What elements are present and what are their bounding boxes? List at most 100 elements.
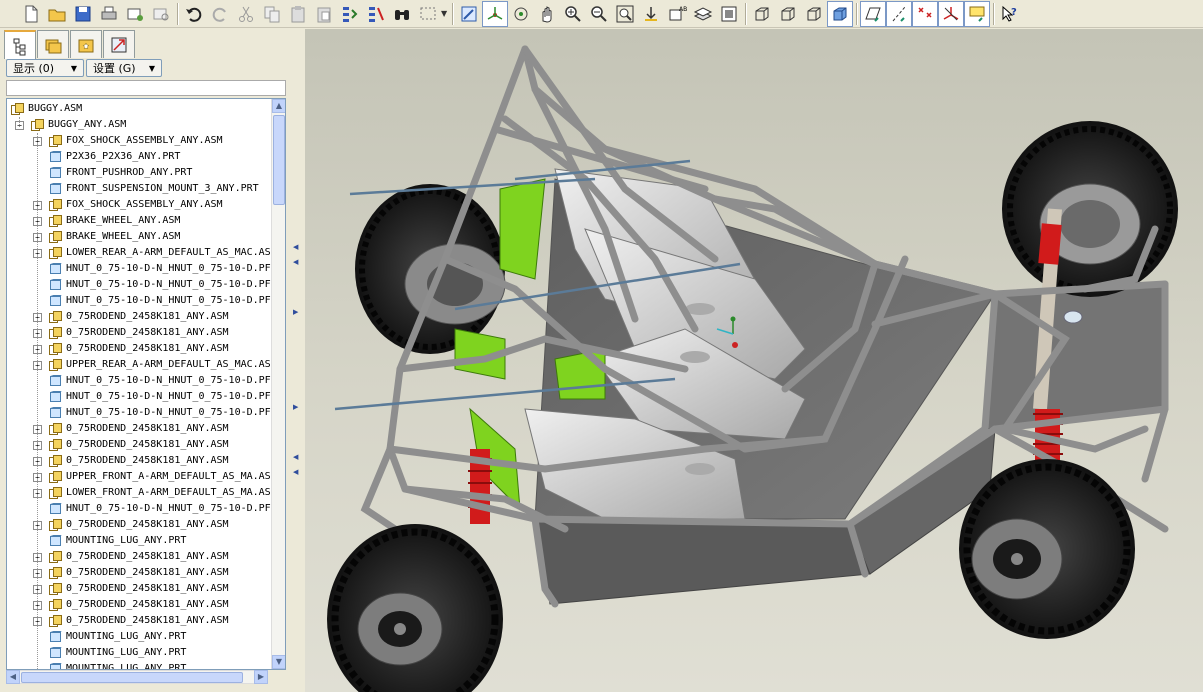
redo-icon[interactable] [207, 1, 233, 27]
hidden-line-icon[interactable] [775, 1, 801, 27]
print-icon[interactable] [96, 1, 122, 27]
tree-item[interactable]: + FOX_SHOCK_ASSEMBLY_ANY.ASM [7, 133, 272, 149]
tree-item[interactable]: HNUT_0_75-10-D-N_HNUT_0_75-10-D.PF [7, 389, 272, 405]
tree-item[interactable]: + LOWER_FRONT_A-ARM_DEFAULT_AS_MA.AS [7, 485, 272, 501]
tree-item[interactable]: HNUT_0_75-10-D-N_HNUT_0_75-10-D.PF [7, 405, 272, 421]
tab-connections[interactable] [103, 30, 135, 58]
horizontal-scroll-thumb[interactable] [21, 672, 243, 683]
vertical-scroll-thumb[interactable] [273, 115, 285, 205]
whats-this-help-icon[interactable]: ? [997, 1, 1023, 27]
tree-item-label: 0_75RODEND_2458K181_ANY.ASM [66, 311, 229, 322]
tree-item[interactable]: +0_75RODEND_2458K181_ANY.ASM [7, 581, 272, 597]
show-dropdown-button[interactable]: 显示 (0) ▼ [6, 59, 84, 77]
select-dropdown-arrow-icon[interactable]: ▼ [441, 9, 449, 18]
copy-icon[interactable] [259, 1, 285, 27]
tree-item[interactable]: HNUT_0_75-10-D-N_HNUT_0_75-10-D.PF [7, 293, 272, 309]
tree-filter-strip [6, 80, 286, 96]
tab-folder-browser[interactable] [37, 30, 69, 58]
collapse-arrow-icon[interactable]: ◀ [293, 258, 299, 266]
open-folder-icon[interactable] [44, 1, 70, 27]
regenerate-icon[interactable] [337, 1, 363, 27]
tree-item[interactable]: +0_75RODEND_2458K181_ANY.ASM [7, 325, 272, 341]
tree-item[interactable]: HNUT_0_75-10-D-N_HNUT_0_75-10-D.PF [7, 277, 272, 293]
layers-icon[interactable] [690, 1, 716, 27]
cut-icon[interactable] [233, 1, 259, 27]
coordinate-systems-icon[interactable] [938, 0, 964, 27]
tree-item[interactable]: FRONT_SUSPENSION_MOUNT_3_ANY.PRT [7, 181, 272, 197]
settings-dropdown-button[interactable]: 设置 (G) ▼ [86, 59, 162, 77]
send-mail-icon[interactable] [122, 1, 148, 27]
tree-item[interactable]: + LOWER_REAR_A-ARM_DEFAULT_AS_MAC.AS [7, 245, 272, 261]
tab-model-tree[interactable] [4, 30, 36, 59]
tree-item[interactable]: +0_75RODEND_2458K181_ANY.ASM [7, 549, 272, 565]
tree-item[interactable]: + UPPER_FRONT_A-ARM_DEFAULT_AS_MA.AS [7, 469, 272, 485]
expand-arrow-icon[interactable]: ▶ [293, 403, 299, 411]
tree-item[interactable]: HNUT_0_75-10-D-N_HNUT_0_75-10-D.PF [7, 261, 272, 277]
tree-item[interactable]: HNUT_0_75-10-D-N_HNUT_0_75-10-D.PF [7, 373, 272, 389]
collapse-arrow-icon[interactable]: ◀ [293, 453, 299, 461]
tree-item[interactable]: + FOX_SHOCK_ASSEMBLY_ANY.ASM [7, 197, 272, 213]
datum-axes-icon[interactable] [886, 0, 912, 27]
find-binoculars-icon[interactable] [389, 1, 415, 27]
graphics-viewport[interactable] [305, 29, 1203, 692]
tree-item[interactable]: − BUGGY_ANY.ASM [7, 117, 272, 133]
tree-item[interactable]: +0_75RODEND_2458K181_ANY.ASM [7, 421, 272, 437]
model-display-icon[interactable] [716, 1, 742, 27]
tree-item[interactable]: +0_75RODEND_2458K181_ANY.ASM [7, 453, 272, 469]
tree-item[interactable]: BUGGY.ASM [7, 101, 272, 117]
scroll-up-arrow-icon[interactable]: ▲ [272, 99, 285, 113]
tree-item[interactable]: MOUNTING_LUG_ANY.PRT [7, 629, 272, 645]
close-window-icon[interactable] [148, 1, 174, 27]
orient-mode-icon[interactable] [508, 1, 534, 27]
repaint-icon[interactable] [456, 1, 482, 27]
tree-item[interactable]: + BRAKE_WHEEL_ANY.ASM [7, 213, 272, 229]
new-file-icon[interactable] [18, 1, 44, 27]
tree-item[interactable]: MOUNTING_LUG_ANY.PRT [7, 645, 272, 661]
tree-horizontal-scrollbar[interactable]: ◀ ▶ [6, 670, 268, 684]
shading-icon[interactable] [827, 0, 853, 27]
no-hidden-icon[interactable] [801, 1, 827, 27]
tree-item[interactable]: HNUT_0_75-10-D-N_HNUT_0_75-10-D.PF [7, 501, 272, 517]
buggy-3d-model[interactable] [305, 29, 1203, 692]
tab-favorites[interactable] [70, 30, 102, 58]
datum-points-icon[interactable] [912, 0, 938, 27]
datum-planes-icon[interactable] [860, 0, 886, 27]
paste-icon[interactable] [285, 1, 311, 27]
refit-icon[interactable] [612, 1, 638, 27]
wireframe-icon[interactable] [749, 1, 775, 27]
tree-item[interactable]: +0_75RODEND_2458K181_ANY.ASM [7, 437, 272, 453]
panel-splitter[interactable]: ◀ ◀ ▶ ▶ ◀ ◀ [290, 28, 304, 692]
tree-item[interactable]: FRONT_PUSHROD_ANY.PRT [7, 165, 272, 181]
collapse-arrow-icon[interactable]: ◀ [293, 243, 299, 251]
view-manager-icon[interactable] [638, 1, 664, 27]
tree-item[interactable]: + BRAKE_WHEEL_ANY.ASM [7, 229, 272, 245]
tree-item[interactable]: +0_75RODEND_2458K181_ANY.ASM [7, 309, 272, 325]
undo-icon[interactable] [181, 1, 207, 27]
assembly-icon [49, 567, 62, 579]
tree-item[interactable]: +0_75RODEND_2458K181_ANY.ASM [7, 597, 272, 613]
tree-item[interactable]: MOUNTING_LUG_ANY.PRT [7, 533, 272, 549]
save-icon[interactable] [70, 1, 96, 27]
tree-item[interactable]: MOUNTING_LUG_ANY.PRT [7, 661, 272, 669]
select-box-icon[interactable] [415, 1, 441, 27]
zoom-out-icon[interactable] [586, 1, 612, 27]
tree-item[interactable]: +0_75RODEND_2458K181_ANY.ASM [7, 565, 272, 581]
scroll-down-arrow-icon[interactable]: ▼ [272, 655, 285, 669]
tree-item[interactable]: +0_75RODEND_2458K181_ANY.ASM [7, 341, 272, 357]
expand-arrow-icon[interactable]: ▶ [293, 308, 299, 316]
scroll-right-arrow-icon[interactable]: ▶ [254, 670, 268, 684]
tree-vertical-scrollbar[interactable]: ▲ ▼ [271, 99, 285, 669]
named-views-icon[interactable]: AB [664, 1, 690, 27]
pan-hand-icon[interactable] [534, 1, 560, 27]
tree-item[interactable]: + UPPER_REAR_A-ARM_DEFAULT_AS_MAC.AS [7, 357, 272, 373]
regenerate-manager-icon[interactable] [363, 1, 389, 27]
paste-special-icon[interactable] [311, 1, 337, 27]
tree-item[interactable]: +0_75RODEND_2458K181_ANY.ASM [7, 613, 272, 629]
tree-item[interactable]: +0_75RODEND_2458K181_ANY.ASM [7, 517, 272, 533]
collapse-arrow-icon[interactable]: ◀ [293, 468, 299, 476]
tree-item[interactable]: P2X36_P2X36_ANY.PRT [7, 149, 272, 165]
annotations-icon[interactable] [964, 0, 990, 27]
spin-center-icon[interactable] [482, 0, 508, 27]
scroll-left-arrow-icon[interactable]: ◀ [6, 670, 20, 684]
zoom-in-icon[interactable] [560, 1, 586, 27]
